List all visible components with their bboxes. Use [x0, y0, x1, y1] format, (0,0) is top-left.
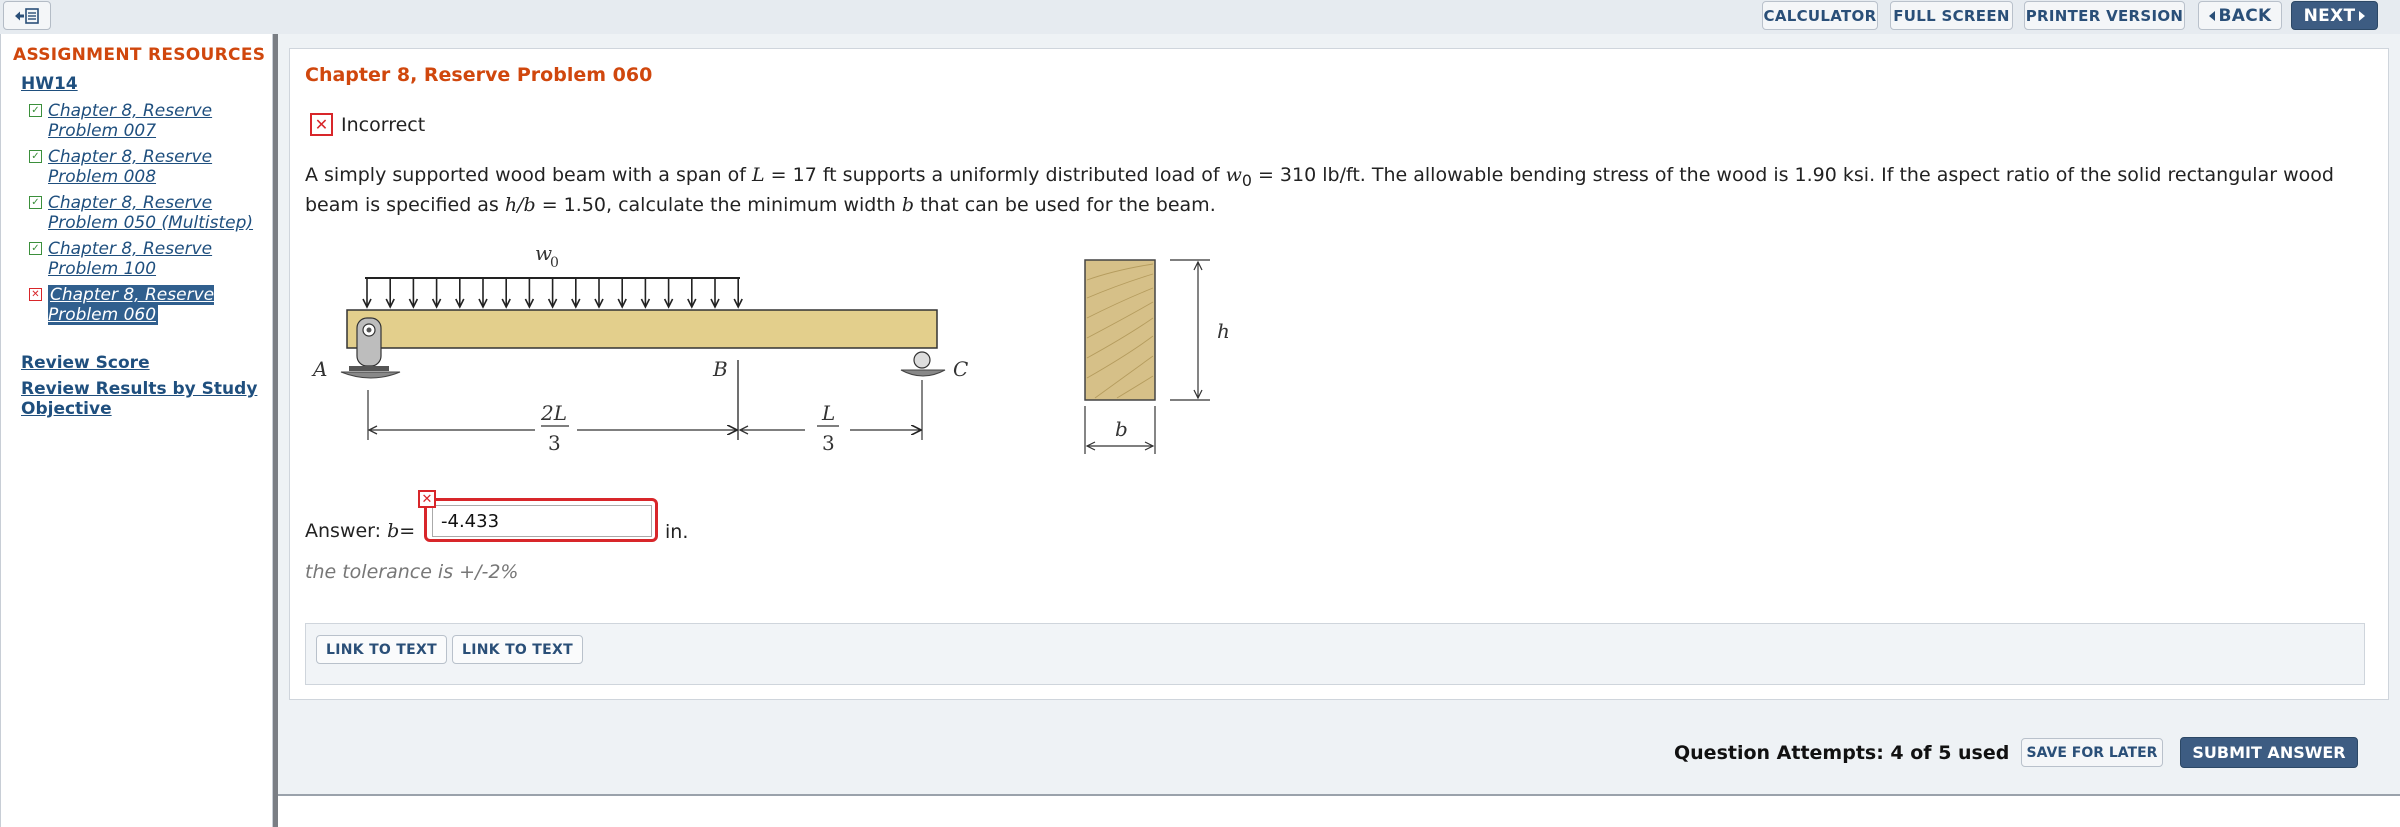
sidebar-item-label[interactable]: Chapter 8, Reserve Problem 060 — [48, 285, 215, 325]
check-icon: ✓ — [29, 150, 42, 163]
links-box: LINK TO TEXT LINK TO TEXT — [305, 623, 2365, 685]
check-icon: ✓ — [29, 104, 42, 117]
sidebar-toggle-button[interactable] — [3, 1, 51, 30]
roller-support-c — [900, 351, 946, 377]
var-hb: h/b — [504, 193, 536, 216]
section-h-label: h — [1217, 319, 1230, 343]
var-w: w — [1225, 164, 1242, 186]
dim-right-numerator: L — [821, 401, 835, 425]
sidebar-item-problem-007[interactable]: ✓ Chapter 8, Reserve Problem 007 — [29, 101, 261, 141]
bottom-area — [278, 796, 2400, 827]
sidebar-toggle-icon — [15, 7, 39, 24]
sidebar-item-problem-008[interactable]: ✓ Chapter 8, Reserve Problem 008 — [29, 147, 261, 187]
dim-right-denominator: 3 — [822, 431, 835, 455]
var-L: L — [751, 164, 765, 186]
chevron-left-icon — [2208, 10, 2215, 21]
link-to-text-button[interactable]: LINK TO TEXT — [452, 635, 583, 664]
answer-equals: = — [399, 520, 416, 542]
distributed-load-arrows — [362, 278, 743, 309]
answer-error-icon: ✕ — [418, 490, 436, 508]
check-icon: ✓ — [29, 196, 42, 209]
status-label: Incorrect — [341, 113, 426, 136]
label-a: A — [311, 357, 327, 381]
sidebar-item-label[interactable]: Chapter 8, Reserve Problem 008 — [48, 147, 258, 187]
problem-text: = 17 ft supports a uniformly distributed… — [764, 164, 1226, 186]
problem-text: = 1.50, calculate the minimum width — [535, 193, 902, 216]
sidebar-item-label[interactable]: Chapter 8, Reserve Problem 050 (Multiste… — [48, 193, 258, 233]
cross-section — [1084, 259, 1210, 454]
printer-version-button[interactable]: PRINTER VERSION — [2024, 1, 2185, 30]
load-subscript: 0 — [550, 255, 559, 271]
answer-variable: b — [387, 520, 400, 542]
label-b: B — [712, 357, 728, 381]
sidebar-item-label[interactable]: Chapter 8, Reserve Problem 007 — [48, 101, 258, 141]
sidebar-item-problem-050[interactable]: ✓ Chapter 8, Reserve Problem 050 (Multis… — [29, 193, 261, 233]
next-label: NEXT — [2303, 5, 2356, 26]
dim-left-numerator: 2L — [540, 401, 567, 425]
current-item-wrap: Chapter 8, Reserve Problem 060 — [48, 285, 258, 325]
review-results-link[interactable]: Review Results by Study Objective — [21, 379, 261, 419]
chevron-right-icon — [2359, 10, 2366, 21]
assignment-sidebar: ASSIGNMENT RESOURCES HW14 ✓ Chapter 8, R… — [0, 34, 272, 827]
answer-row: Answer: b = — [305, 520, 415, 542]
question-attempts: Question Attempts: 4 of 5 used — [1674, 742, 2010, 764]
problem-title: Chapter 8, Reserve Problem 060 — [305, 64, 653, 86]
calculator-button[interactable]: CALCULATOR — [1762, 1, 1878, 30]
tolerance-note: the tolerance is +/-2% — [305, 561, 519, 583]
sidebar-item-label[interactable]: Chapter 8, Reserve Problem 100 — [48, 239, 258, 279]
assignment-link[interactable]: HW14 — [21, 74, 78, 94]
incorrect-icon: ✕ — [310, 113, 333, 136]
sidebar-title: ASSIGNMENT RESOURCES — [13, 45, 266, 65]
result-status: ✕ Incorrect — [310, 113, 425, 136]
save-for-later-button[interactable]: SAVE FOR LATER — [2021, 738, 2163, 767]
beam-figure: w 0 A B C 2L 3 L 3 h b — [311, 241, 1230, 455]
section-b-label: b — [1115, 417, 1128, 441]
next-button[interactable]: NEXT — [2291, 1, 2378, 30]
submit-answer-button[interactable]: SUBMIT ANSWER — [2180, 737, 2358, 768]
back-button[interactable]: BACK — [2198, 1, 2282, 30]
x-mark-icon: ✕ — [29, 288, 42, 301]
answer-unit: in. — [665, 521, 689, 543]
problem-text: A simply supported wood beam with a span… — [305, 164, 752, 186]
sidebar-item-problem-060[interactable]: ✕ Chapter 8, Reserve Problem 060 — [29, 285, 261, 325]
full-screen-button[interactable]: FULL SCREEN — [1890, 1, 2013, 30]
var-b: b — [901, 193, 915, 216]
link-to-text-button[interactable]: LINK TO TEXT — [316, 635, 447, 664]
check-icon: ✓ — [29, 242, 42, 255]
dim-left-denominator: 3 — [548, 431, 561, 455]
sidebar-item-problem-100[interactable]: ✓ Chapter 8, Reserve Problem 100 — [29, 239, 261, 279]
back-label: BACK — [2218, 5, 2272, 26]
answer-input[interactable] — [432, 505, 652, 537]
review-score-link[interactable]: Review Score — [21, 353, 261, 373]
answer-prefix: Answer: — [305, 520, 382, 542]
problem-statement: A simply supported wood beam with a span… — [305, 163, 2375, 218]
label-c: C — [953, 357, 968, 381]
problem-text: that can be used for the beam. — [914, 193, 1216, 216]
var-w-subscript: 0 — [1241, 170, 1252, 190]
top-toolbar: CALCULATOR FULL SCREEN PRINTER VERSION B… — [0, 0, 2400, 34]
beam — [346, 309, 938, 349]
